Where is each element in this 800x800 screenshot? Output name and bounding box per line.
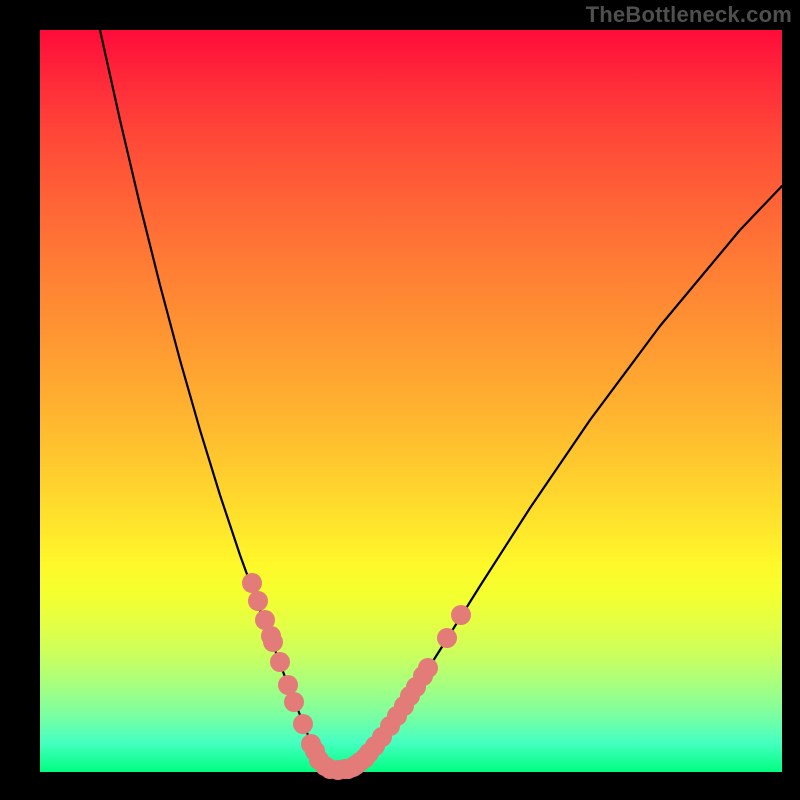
data-marker bbox=[278, 675, 298, 695]
watermark-text: TheBottleneck.com bbox=[586, 2, 792, 28]
data-marker bbox=[437, 628, 457, 648]
plot-area bbox=[40, 30, 782, 772]
data-marker bbox=[418, 658, 438, 678]
data-marker bbox=[270, 652, 290, 672]
markers-group bbox=[242, 573, 471, 780]
chart-svg bbox=[40, 30, 782, 772]
bottleneck-curve bbox=[100, 30, 782, 770]
data-marker bbox=[242, 573, 262, 593]
chart-frame: TheBottleneck.com bbox=[0, 0, 800, 800]
data-marker bbox=[263, 632, 283, 652]
data-marker bbox=[451, 605, 471, 625]
data-marker bbox=[284, 692, 304, 712]
data-marker bbox=[293, 714, 313, 734]
data-marker bbox=[248, 591, 268, 611]
